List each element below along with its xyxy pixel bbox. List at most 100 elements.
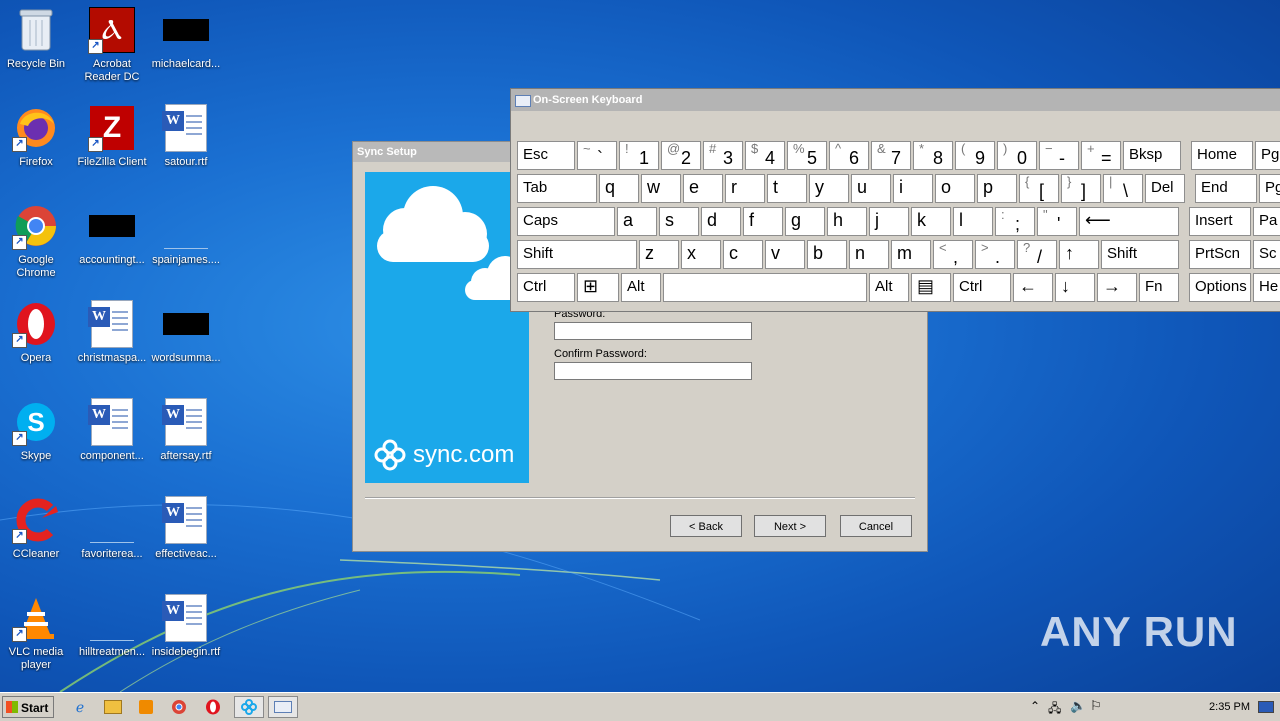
osk-key[interactable]: Esc bbox=[517, 141, 575, 170]
clock[interactable]: 2:35 PM bbox=[1209, 693, 1250, 721]
next-button[interactable]: Next > bbox=[754, 515, 826, 537]
osk-key[interactable]: Pg bbox=[1259, 174, 1280, 203]
osk-key[interactable]: − - bbox=[1039, 141, 1079, 170]
taskbar-osk-icon[interactable] bbox=[268, 696, 298, 718]
osk-key[interactable]: (9 bbox=[955, 141, 995, 170]
desktop-icon-opera[interactable]: ↗ Opera bbox=[0, 300, 74, 365]
osk-key[interactable]: x bbox=[681, 240, 721, 269]
osk-key[interactable]: Alt bbox=[621, 273, 661, 302]
osk-key[interactable]: i bbox=[893, 174, 933, 203]
on-screen-keyboard-window[interactable]: On-Screen Keyboard Esc ~ `! 1 @2 #3 $4% 5 ^ 6 & 7 * 8… bbox=[510, 88, 1280, 312]
desktop-icon-accounting[interactable]: accountingt... bbox=[74, 202, 150, 267]
taskbar-opera-icon[interactable] bbox=[201, 696, 225, 718]
osk-titlebar[interactable]: On-Screen Keyboard bbox=[511, 89, 1280, 111]
osk-key[interactable]: y bbox=[809, 174, 849, 203]
desktop-icon-satour[interactable]: W satour.rtf bbox=[148, 104, 224, 169]
osk-key[interactable]: Options bbox=[1189, 273, 1251, 302]
osk-key[interactable]: o bbox=[935, 174, 975, 203]
osk-key[interactable]: Shift bbox=[517, 240, 637, 269]
show-desktop-icon[interactable] bbox=[1258, 701, 1274, 713]
osk-key[interactable]: Tab bbox=[517, 174, 597, 203]
osk-key[interactable] bbox=[663, 273, 867, 302]
osk-key[interactable]: ! 1 bbox=[619, 141, 659, 170]
desktop-icon-firefox[interactable]: ↗ Firefox bbox=[0, 104, 74, 169]
osk-key[interactable]: l bbox=[953, 207, 993, 236]
osk-key[interactable]: PrtScn bbox=[1189, 240, 1251, 269]
osk-key[interactable]: t bbox=[767, 174, 807, 203]
osk-key[interactable]: Alt bbox=[869, 273, 909, 302]
osk-key[interactable]: He bbox=[1253, 273, 1280, 302]
taskbar-media-player-icon[interactable] bbox=[134, 696, 158, 718]
osk-key[interactable]: u bbox=[851, 174, 891, 203]
osk-key[interactable]: f bbox=[743, 207, 783, 236]
osk-key[interactable]: * 8 bbox=[913, 141, 953, 170]
osk-key[interactable]: & 7 bbox=[871, 141, 911, 170]
osk-key[interactable]: Pa bbox=[1253, 207, 1280, 236]
osk-key[interactable]: End bbox=[1195, 174, 1257, 203]
osk-key[interactable]: b bbox=[807, 240, 847, 269]
osk-key[interactable]: ▤ bbox=[911, 273, 951, 302]
osk-key[interactable]: Home bbox=[1191, 141, 1253, 170]
taskbar-chrome-icon[interactable] bbox=[167, 696, 191, 718]
osk-key[interactable]: @2 bbox=[661, 141, 701, 170]
osk-key[interactable]: % 5 bbox=[787, 141, 827, 170]
osk-key[interactable]: a bbox=[617, 207, 657, 236]
password-field[interactable] bbox=[554, 322, 752, 340]
desktop-icon-skype[interactable]: S ↗ Skype bbox=[0, 398, 74, 463]
osk-key[interactable]: p bbox=[977, 174, 1017, 203]
osk-key[interactable]: s bbox=[659, 207, 699, 236]
osk-key[interactable]: Sc bbox=[1253, 240, 1280, 269]
osk-key[interactable]: g bbox=[785, 207, 825, 236]
osk-key[interactable]: q bbox=[599, 174, 639, 203]
desktop-icon-recycle-bin[interactable]: Recycle Bin bbox=[0, 6, 74, 71]
osk-key[interactable]: ↓ bbox=[1055, 273, 1095, 302]
desktop-icon-acrobat[interactable]: Ⲁ ↗ Acrobat Reader DC bbox=[74, 6, 150, 84]
taskbar-sync-icon[interactable] bbox=[234, 696, 264, 718]
desktop-icon-component[interactable]: W component... bbox=[74, 398, 150, 463]
osk-key[interactable]: z bbox=[639, 240, 679, 269]
osk-key[interactable]: ← bbox=[1013, 273, 1053, 302]
desktop-icon-filezilla[interactable]: Z ↗ FileZilla Client bbox=[74, 104, 150, 169]
osk-key[interactable]: h bbox=[827, 207, 867, 236]
osk-key[interactable]: r bbox=[725, 174, 765, 203]
desktop-icon-favoriterea[interactable]: favoriterea... bbox=[74, 496, 150, 561]
osk-key[interactable]: + = bbox=[1081, 141, 1121, 170]
osk-key[interactable]: Del bbox=[1145, 174, 1185, 203]
osk-key[interactable]: v bbox=[765, 240, 805, 269]
osk-key[interactable]: Insert bbox=[1189, 207, 1251, 236]
osk-key[interactable]: ⟵ bbox=[1079, 207, 1179, 236]
volume-icon[interactable]: 🔈 bbox=[1070, 698, 1086, 714]
desktop-icon-spainjames[interactable]: spainjames.... bbox=[148, 202, 224, 267]
osk-key[interactable]: }] bbox=[1061, 174, 1101, 203]
back-button[interactable]: < Back bbox=[670, 515, 742, 537]
network-icon[interactable]: 🖧 bbox=[1048, 699, 1061, 720]
show-hidden-icons-icon[interactable]: ⌃ bbox=[1030, 699, 1040, 713]
osk-key[interactable]: Ctrl bbox=[517, 273, 575, 302]
osk-key[interactable]: Ctrl bbox=[953, 273, 1011, 302]
desktop-icon-wordsumma[interactable]: wordsumma... bbox=[148, 300, 224, 365]
osk-key[interactable]: ⊞ bbox=[577, 273, 619, 302]
desktop-icon-chrome[interactable]: ↗ Google Chrome bbox=[0, 202, 74, 280]
desktop-icon-ccleaner[interactable]: ↗ CCleaner bbox=[0, 496, 74, 561]
start-button[interactable]: Start bbox=[2, 696, 54, 718]
osk-key[interactable]: {[ bbox=[1019, 174, 1059, 203]
osk-key[interactable]: ↑ bbox=[1059, 240, 1099, 269]
desktop-icon-vlc[interactable]: ↗ VLC media player bbox=[0, 594, 74, 672]
osk-key[interactable]: w bbox=[641, 174, 681, 203]
osk-key[interactable]: e bbox=[683, 174, 723, 203]
desktop-icon-effectiveac[interactable]: W effectiveac... bbox=[148, 496, 224, 561]
osk-key[interactable]: Shift bbox=[1101, 240, 1179, 269]
osk-key[interactable]: Pg bbox=[1255, 141, 1280, 170]
osk-key[interactable]: m bbox=[891, 240, 931, 269]
osk-key[interactable]: :; bbox=[995, 207, 1035, 236]
cancel-button[interactable]: Cancel bbox=[840, 515, 912, 537]
confirm-password-field[interactable] bbox=[554, 362, 752, 380]
osk-key[interactable]: n bbox=[849, 240, 889, 269]
taskbar-ie-icon[interactable]: ℯ bbox=[68, 696, 92, 718]
osk-key[interactable]: Bksp bbox=[1123, 141, 1181, 170]
osk-key[interactable]: <, bbox=[933, 240, 973, 269]
desktop-icon-insidebegin[interactable]: W insidebegin.rtf bbox=[148, 594, 224, 659]
action-center-flag-icon[interactable]: ⚐ bbox=[1090, 698, 1102, 714]
osk-key[interactable]: d bbox=[701, 207, 741, 236]
osk-key[interactable]: Fn bbox=[1139, 273, 1179, 302]
